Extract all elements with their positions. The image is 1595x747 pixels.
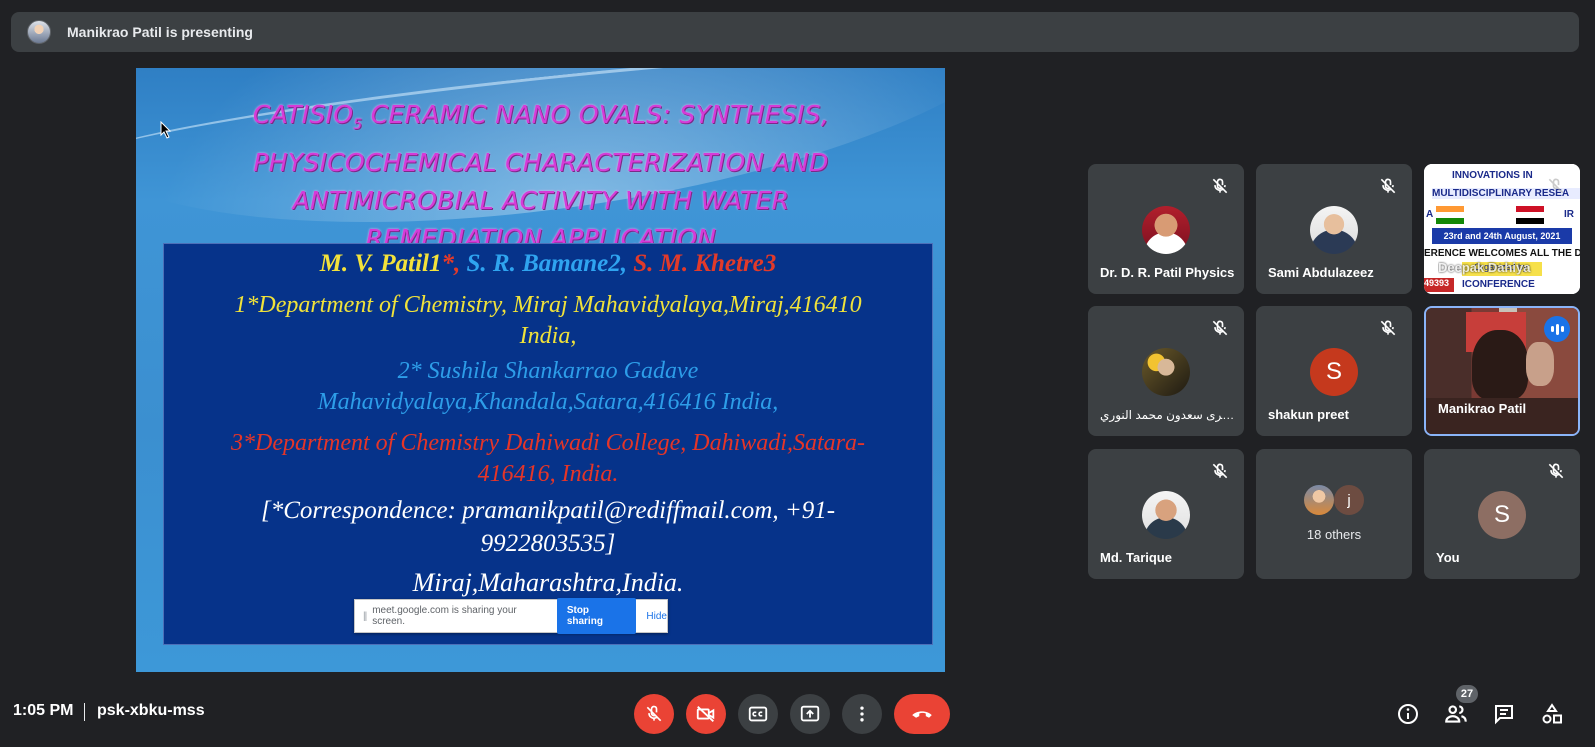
camera-off-icon (696, 705, 715, 723)
hide-share-bar-link[interactable]: Hide (646, 611, 667, 622)
participant-count-badge: 27 (1456, 685, 1478, 703)
participant-tile[interactable]: S shakun preet (1256, 306, 1412, 436)
people-button[interactable] (1442, 700, 1470, 728)
leave-call-button[interactable] (894, 694, 950, 734)
closed-captions-icon (748, 706, 768, 722)
participant-tile[interactable]: Sami Abdulazeez (1256, 164, 1412, 294)
clock: 1:05 PM (13, 702, 74, 719)
activities-shapes-icon (1542, 703, 1562, 724)
present-screen-icon (800, 705, 820, 722)
mic-off-icon (1212, 320, 1228, 336)
mic-off-icon (1380, 178, 1396, 194)
meeting-details-button[interactable] (1394, 700, 1422, 728)
participant-name: Manikrao Patil (1438, 401, 1527, 416)
speaking-indicator-icon (1544, 316, 1570, 342)
screen-share-bar: || meet.google.com is sharing your scree… (354, 598, 668, 634)
participant-name: Md. Tarique (1100, 550, 1172, 565)
participant-tile[interactable]: بشرى سعدون محمد النوري (1088, 306, 1244, 436)
participant-initial-avatar: S (1478, 491, 1526, 539)
participant-name: Deepak Dahiya (1438, 260, 1531, 275)
info-icon (1398, 704, 1418, 724)
participant-initial-avatar: S (1310, 348, 1358, 396)
mic-off-icon (1212, 463, 1228, 479)
banner-text: ERENCE WELCOMES ALL THE DELI (1424, 248, 1580, 259)
participant-avatar (1142, 491, 1190, 539)
participant-name: Dr. D. R. Patil Physics (1100, 265, 1235, 280)
banner-text: ICONFERENCE (1462, 279, 1535, 290)
participant-avatar (1310, 206, 1358, 254)
participant-name: بشرى سعدون محمد النوري (1100, 408, 1236, 422)
india-flag-icon (1436, 206, 1464, 224)
banner-text: 49393 (1424, 278, 1454, 292)
participant-name: shakun preet (1268, 407, 1349, 422)
slide-affiliation-1: 1*Department of Chemistry, Miraj Mahavid… (234, 292, 862, 349)
slide-affiliation-2: 2* Sushila Shankarrao Gadave Mahavidyala… (317, 358, 779, 415)
drag-handle-icon[interactable]: || (363, 611, 367, 622)
others-count-label: 18 others (1306, 527, 1362, 542)
mic-off-icon (1548, 463, 1564, 479)
participant-name: Sami Abdulazeez (1268, 265, 1374, 280)
mic-off-icon (1548, 178, 1564, 194)
others-tile[interactable]: j 18 others (1256, 449, 1412, 579)
more-options-button[interactable] (842, 694, 882, 734)
slide-author-panel: M. V. Patil1*, S. R. Bamane2, S. M. Khet… (163, 243, 933, 645)
divider (84, 703, 85, 721)
mic-off-icon (646, 705, 662, 722)
call-end-icon (912, 711, 932, 718)
present-now-button[interactable] (790, 694, 830, 734)
participant-tile[interactable]: Dr. D. R. Patil Physics (1088, 164, 1244, 294)
banner-text: A (1426, 209, 1434, 220)
mic-off-icon (1212, 178, 1228, 194)
captions-button[interactable] (738, 694, 778, 734)
stop-sharing-button[interactable]: Stop sharing (556, 598, 637, 634)
participant-tile[interactable]: INNOVATIONS IN MULTIDISCIPLINARY RESEA A… (1424, 164, 1580, 294)
activities-button[interactable] (1538, 700, 1566, 728)
more-vert-icon (860, 706, 864, 722)
banner-date: 23rd and 24th August, 2021 (1432, 228, 1572, 244)
self-tile[interactable]: S You (1424, 449, 1580, 579)
presenting-label: Manikrao Patil is presenting (67, 24, 253, 40)
slide-title: CaTiSiO5 Ceramic Nano Ovals: Synthesis, … (252, 100, 830, 253)
share-message: meet.google.com is sharing your screen. (372, 605, 517, 627)
participant-avatar (1142, 348, 1190, 396)
shared-screen: CaTiSiO5 Ceramic Nano Ovals: Synthesis, … (136, 68, 945, 672)
meeting-code: psk-xbku-mss (97, 702, 205, 719)
chat-icon (1495, 705, 1513, 725)
mic-off-icon (1380, 320, 1396, 336)
participant-name: You (1436, 550, 1460, 565)
people-icon (1445, 705, 1467, 723)
slide-correspondence: [*Correspondence: pramanikpatil@rediffma… (260, 497, 836, 557)
camera-toggle-button[interactable] (686, 694, 726, 734)
participant-avatar (1304, 485, 1334, 515)
participant-tile-active-speaker[interactable]: Manikrao Patil (1424, 306, 1580, 436)
presenting-banner: Manikrao Patil is presenting (11, 12, 1579, 52)
banner-text: IR (1564, 209, 1574, 220)
microphone-toggle-button[interactable] (634, 694, 674, 734)
participant-tile[interactable]: Md. Tarique (1088, 449, 1244, 579)
participant-initial-avatar: j (1334, 485, 1364, 515)
slide-affiliation-3: 3*Department of Chemistry Dahiwadi Colle… (231, 430, 865, 487)
presenter-avatar (27, 20, 51, 44)
slide-authors: M. V. Patil1*, S. R. Bamane2, S. M. Khet… (319, 250, 777, 277)
slide-place: Miraj,Maharashtra,India. (412, 568, 684, 597)
participant-avatar (1142, 206, 1190, 254)
banner-text: INNOVATIONS IN (1452, 170, 1533, 181)
chat-button[interactable] (1490, 700, 1518, 728)
others-avatar-group: j (1304, 485, 1364, 517)
iraq-flag-icon (1516, 206, 1544, 224)
